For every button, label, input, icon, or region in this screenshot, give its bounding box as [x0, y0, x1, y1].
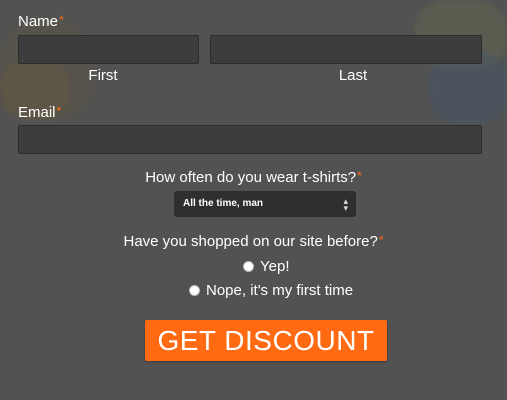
required-marker: * — [357, 169, 362, 183]
radio-label-nope: Nope, it's my first time — [206, 282, 354, 299]
name-label: Name* — [18, 13, 64, 30]
last-name-sublabel: Last — [338, 67, 368, 84]
shopped-question-text: Have you shopped on our site before? — [123, 233, 378, 250]
get-discount-button[interactable]: GET DISCOUNT — [145, 320, 387, 361]
radio-button-nope[interactable] — [189, 285, 200, 296]
required-marker: * — [378, 233, 384, 247]
radio-option-yep[interactable]: Yep! — [243, 258, 289, 275]
tshirt-question-label: How often do you wear t-shirts?* — [0, 169, 507, 186]
required-marker: * — [56, 104, 62, 118]
first-name-sublabel: First — [88, 67, 118, 84]
discount-form: Name* First Last Email* How often do you… — [0, 0, 507, 400]
email-label: Email* — [18, 104, 61, 121]
select-arrows-icon: ▴ ▾ — [343, 195, 348, 213]
tshirt-frequency-selected: All the time, man — [183, 198, 264, 209]
first-name-input[interactable] — [18, 35, 199, 64]
tshirt-question-text: How often do you wear t-shirts? — [145, 169, 357, 186]
email-label-text: Email — [18, 104, 56, 121]
radio-label-yep: Yep! — [260, 258, 290, 275]
shopped-question-label: Have you shopped on our site before?* — [0, 233, 507, 250]
tshirt-frequency-select[interactable]: All the time, man ▴ ▾ — [174, 191, 356, 217]
required-marker: * — [59, 13, 64, 27]
name-label-text: Name — [18, 13, 59, 30]
radio-option-nope[interactable]: Nope, it's my first time — [189, 282, 353, 299]
radio-button-yep[interactable] — [243, 261, 254, 272]
email-input[interactable] — [18, 125, 482, 154]
last-name-input[interactable] — [210, 35, 482, 64]
